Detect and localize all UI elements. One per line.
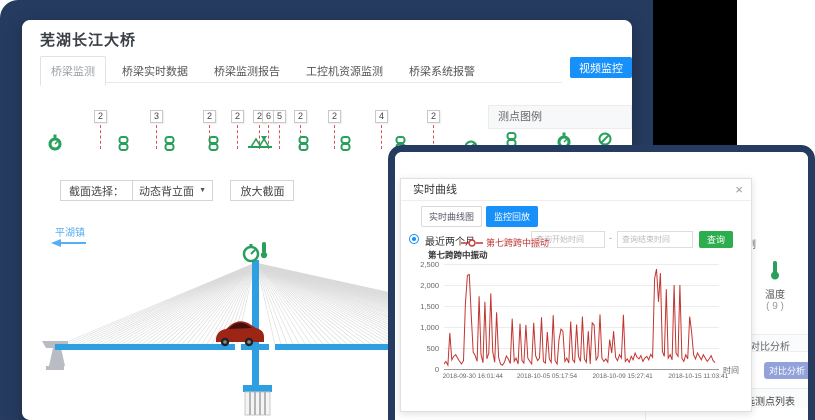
sensor-dash-line <box>100 125 101 149</box>
x-tick-label: 2018-09-30 16:01:44 <box>443 373 503 380</box>
legend-panel-header: 测点图例 <box>488 105 632 129</box>
y-tick-label: 2,500 <box>401 260 439 269</box>
tab-3[interactable]: 桥梁监测报告 <box>204 57 290 85</box>
section-select-group: 截面选择： 动态背立面 ▼ <box>60 180 213 201</box>
y-tick-label: 1,000 <box>401 323 439 332</box>
sensor-count-badge: 4 <box>375 110 388 123</box>
legend-marker-icon <box>461 239 483 247</box>
modal-tabbar: 实时曲线图监控回放 <box>421 206 542 227</box>
compare-section-title: 对比分析 <box>750 338 790 353</box>
sensor-link-icon[interactable] <box>117 136 130 156</box>
main-tabbar: 桥梁监测桥梁实时数据桥梁监测报告工控机资源监测桥梁系统报警 <box>40 56 562 83</box>
sensor-count-badge: 2 <box>94 110 107 123</box>
chevron-down-icon: ▼ <box>199 187 206 194</box>
y-tick-label: 500 <box>401 344 439 353</box>
sensor-count-badge: 3 <box>150 110 163 123</box>
bridge-pylon <box>252 260 259 392</box>
tab-4[interactable]: 工控机资源监测 <box>296 57 393 85</box>
zoomed-screenshot-card: 测点图例 温度 ( 9 ) 对比分析 对比分析 已选测点列表 实时曲线 <box>388 145 815 420</box>
enlarge-section-button[interactable]: 放大截面 <box>230 180 294 201</box>
modal-tab-1[interactable]: 实时曲线图 <box>421 206 482 227</box>
direction-label: 平湖镇 <box>55 226 85 239</box>
modal-header: 实时曲线 × <box>401 179 751 201</box>
close-icon[interactable]: × <box>735 179 743 201</box>
gauge-icon[interactable] <box>46 134 64 157</box>
sensor-count-badge: 2 <box>231 110 244 123</box>
black-corner-region <box>653 0 737 145</box>
pylon-gauge-icon[interactable] <box>244 244 258 261</box>
realtime-curve-modal: 实时曲线 × 实时曲线图监控回放 最近两个月 - 查询 <box>400 178 752 412</box>
sensor-dash-line <box>381 125 382 149</box>
date-range-separator: - <box>609 233 612 243</box>
x-tick-label: 2018-10-05 05:17:54 <box>517 373 577 380</box>
sensor-count-badge: 2 <box>203 110 216 123</box>
x-tick-label: 2018-10-15 11:03:41 <box>668 373 728 380</box>
bridge-deck-left <box>55 344 235 350</box>
tab-1[interactable]: 桥梁监测 <box>40 56 106 86</box>
section-select[interactable]: 动态背立面 ▼ <box>132 181 212 200</box>
query-button[interactable]: 查询 <box>699 231 733 248</box>
vibration-chart: 0 500 1,000 1,500 2,000 2,500 2018-09-30 16:0… <box>401 263 753 408</box>
sensor-count-badge: 2 <box>427 110 440 123</box>
section-select-row: 截面选择： 动态背立面 ▼ 放大截面 <box>60 180 294 201</box>
sensor-link-icon[interactable] <box>207 136 220 156</box>
thermometer-icon <box>768 260 782 280</box>
modal-tab-2[interactable]: 监控回放 <box>486 206 538 227</box>
query-end-time-input[interactable] <box>617 231 693 248</box>
compare-analysis-button[interactable]: 对比分析 <box>764 362 810 379</box>
pylon-thermometer-icon[interactable] <box>261 242 267 258</box>
sidebar-temperature-item[interactable]: 温度 ( 9 ) <box>747 260 803 312</box>
sensor-count-badge: 2 <box>294 110 307 123</box>
pile-cap <box>243 385 272 392</box>
sensor-link-icon[interactable] <box>297 136 310 156</box>
sensor-dash-line <box>279 125 280 149</box>
y-tick-label: 1,500 <box>401 302 439 311</box>
video-monitor-button[interactable]: 视频监控 <box>570 57 632 78</box>
sensor-count-badge: 5 <box>273 110 286 123</box>
page-title: 芜湖长江大桥 <box>40 29 136 50</box>
piles <box>245 392 270 415</box>
chart-legend-label: 第七跨跨中振动 <box>486 236 549 249</box>
screenshot-stage: 芜湖长江大桥 桥梁监测桥梁实时数据桥梁监测报告工控机资源监测桥梁系统报警 视频监… <box>0 0 815 420</box>
section-select-value: 动态背立面 <box>139 183 194 199</box>
tab-5[interactable]: 桥梁系统报警 <box>399 57 485 85</box>
modal-title: 实时曲线 <box>413 184 457 196</box>
y-tick-label: 2,000 <box>401 281 439 290</box>
sensor-dash-line <box>156 125 157 149</box>
recent-two-months-radio[interactable] <box>409 234 419 244</box>
sensor-link-icon[interactable] <box>339 136 352 156</box>
temperature-count: ( 9 ) <box>747 301 803 312</box>
sensor-dash-line <box>237 125 238 149</box>
sensor-link-icon[interactable] <box>163 136 176 156</box>
sensor-dash-line <box>334 125 335 149</box>
x-tick-label: 2018-10-09 15:27:41 <box>592 373 652 380</box>
sensor-count-badge: 2 <box>328 110 341 123</box>
y-tick-label: 0 <box>401 365 439 374</box>
x-axis-name: 时间 <box>723 365 739 376</box>
chart-plot-area <box>444 264 719 370</box>
query-row: 最近两个月 - 查询 <box>409 231 745 249</box>
tab-2[interactable]: 桥梁实时数据 <box>112 57 198 85</box>
section-select-label: 截面选择： <box>61 183 132 199</box>
chart-legend[interactable]: 第七跨跨中振动 <box>461 236 549 249</box>
bridge-icon[interactable] <box>247 134 273 156</box>
direction-arrow-icon <box>51 239 61 247</box>
temperature-label: 温度 <box>747 286 803 301</box>
